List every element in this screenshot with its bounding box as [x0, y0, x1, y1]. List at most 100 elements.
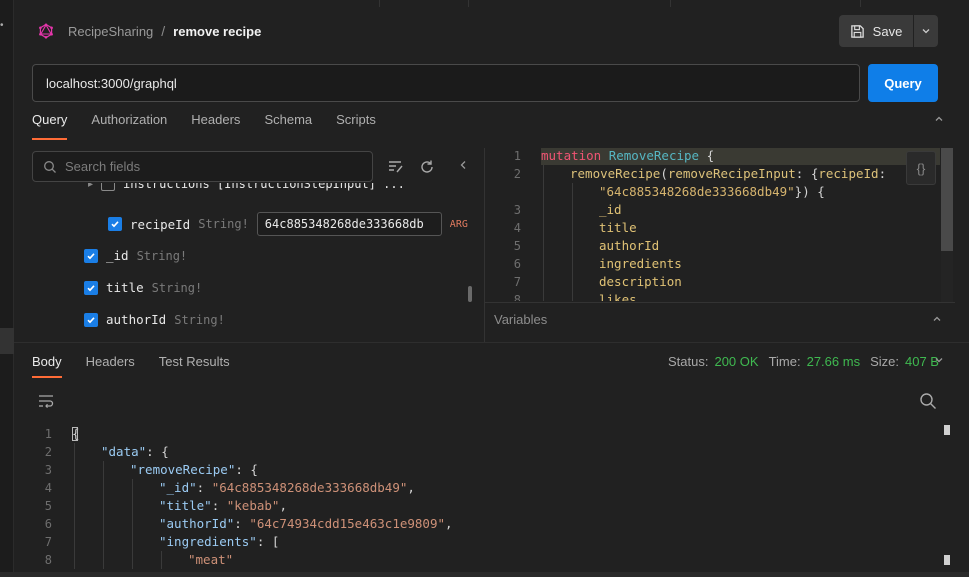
line-number: 7 — [513, 275, 521, 289]
indent-guide — [103, 497, 104, 515]
checkbox-authorid[interactable] — [84, 312, 98, 327]
arg-type: String! — [198, 217, 249, 231]
indent-guide — [103, 461, 104, 479]
collapse-request-icon[interactable] — [934, 114, 944, 124]
url-value: localhost:3000/graphql — [46, 75, 177, 91]
code-token: "data" — [101, 444, 147, 459]
tab-headers[interactable]: Headers — [191, 110, 240, 140]
tab-schema[interactable]: Schema — [264, 110, 312, 140]
editor-scrollbar-track[interactable] — [941, 148, 953, 302]
search-response-icon[interactable] — [919, 392, 937, 410]
indent-guide — [74, 479, 75, 497]
breadcrumb-app-name[interactable]: RecipeSharing — [68, 24, 153, 39]
code-line[interactable]: 6 ingredients — [501, 255, 941, 273]
url-input[interactable]: localhost:3000/graphql — [32, 64, 860, 102]
code-line[interactable]: 3 _id — [501, 201, 941, 219]
code-token: : — [196, 480, 212, 495]
checkbox-id[interactable] — [84, 248, 98, 263]
code-line[interactable]: 4 "_id": "64c885348268de333668db49", — [28, 479, 940, 497]
query-button[interactable]: Query — [868, 64, 938, 102]
line-number: 1 — [513, 149, 521, 163]
code-line[interactable]: 3 "removeRecipe": { — [28, 461, 940, 479]
tab-test-results[interactable]: Test Results — [159, 352, 230, 378]
response-options-chevron-icon[interactable] — [934, 355, 944, 365]
indent-guide — [132, 497, 133, 515]
indent-guide — [543, 255, 544, 273]
query-editor[interactable]: 1 mutation RemoveRecipe {2 removeRecipe(re… — [501, 147, 941, 301]
code-line[interactable]: 2 "data": { — [28, 443, 940, 461]
code-token: , — [445, 516, 453, 531]
indent-guide — [543, 237, 544, 255]
checkbox-title[interactable] — [84, 280, 98, 295]
code-token: "64c885348268de333668db49" — [211, 480, 408, 495]
field-row-id[interactable]: _id String! — [84, 248, 187, 263]
code-token: ingredients — [599, 256, 682, 271]
code-line[interactable]: 1 mutation RemoveRecipe { — [501, 147, 941, 165]
tab-body[interactable]: Body — [32, 352, 62, 378]
collapse-dot-icon[interactable]: • — [0, 20, 5, 31]
code-line[interactable]: 7 description — [501, 273, 941, 291]
wrap-lines-icon[interactable] — [38, 394, 54, 408]
code-token: : { — [235, 462, 258, 477]
save-options-button[interactable] — [914, 15, 938, 47]
indent-guide — [103, 551, 104, 569]
code-line[interactable]: 5 "title": "kebab", — [28, 497, 940, 515]
response-body[interactable]: 1{2 "data": {3 "removeRecipe": {4 "_id": "6… — [28, 425, 940, 570]
indent-guide — [103, 515, 104, 533]
request-title[interactable]: remove recipe — [173, 24, 261, 39]
code-line[interactable]: "64c885348268de333668db49"}) { — [501, 183, 941, 201]
format-query-icon[interactable] — [386, 158, 404, 176]
tab-authorization[interactable]: Authorization — [91, 110, 167, 140]
code-token: ( — [660, 166, 668, 181]
indent-guide — [74, 551, 75, 569]
code-line[interactable]: 1{ — [28, 425, 940, 443]
editor-scrollbar-thumb[interactable] — [941, 148, 953, 251]
response-scroll-up[interactable] — [944, 425, 950, 435]
tab-query[interactable]: Query — [32, 110, 68, 140]
bottom-status-edge — [0, 572, 969, 577]
line-number: 3 — [513, 203, 521, 217]
indent-guide — [543, 291, 544, 301]
refresh-schema-icon[interactable] — [418, 158, 436, 176]
code-line[interactable]: 8 likes — [501, 291, 941, 301]
explorer-scrollbar[interactable] — [468, 286, 472, 302]
code-token: "meat" — [188, 552, 234, 567]
save-icon — [850, 24, 864, 38]
code-token: }) { — [794, 184, 825, 199]
code-line[interactable]: 4 title — [501, 219, 941, 237]
indent-guide — [161, 551, 162, 569]
variables-bar[interactable]: Variables — [485, 302, 955, 336]
collapse-explorer-icon[interactable] — [457, 159, 469, 171]
line-number: 4 — [513, 221, 521, 235]
status-value[interactable]: 200 OK — [714, 354, 758, 369]
expand-variables-icon[interactable] — [932, 314, 942, 324]
indent-guide — [543, 219, 544, 237]
indent-guide — [103, 479, 104, 497]
indent-guide — [74, 461, 75, 479]
arg-badge: ARG — [449, 218, 468, 230]
tab-response-headers[interactable]: Headers — [86, 352, 135, 378]
chevron-down-icon — [922, 29, 930, 34]
code-line[interactable]: 8 "meat" — [28, 551, 940, 569]
request-tabs: Query Authorization Headers Schema Scrip… — [32, 110, 376, 140]
line-number: 6 — [44, 517, 52, 531]
code-line[interactable]: 7 "ingredients": [ — [28, 533, 940, 551]
code-line[interactable]: 2 removeRecipe(removeRecipeInput: {recipe… — [501, 165, 941, 183]
recipeid-arg-input[interactable]: 64c885348268de333668db — [256, 212, 442, 236]
code-token: "ingredients" — [159, 534, 257, 549]
indent-guide — [132, 479, 133, 497]
response-scroll-down[interactable] — [944, 555, 950, 565]
time-value[interactable]: 27.66 ms — [807, 354, 860, 369]
code-line[interactable]: 5 authorId — [501, 237, 941, 255]
code-line[interactable]: 6 "authorId": "64c74934cdd15e463c1e9809", — [28, 515, 940, 533]
save-button[interactable]: Save — [839, 15, 913, 47]
search-placeholder: Search fields — [65, 159, 141, 174]
checkbox-recipeid[interactable] — [108, 217, 122, 231]
response-divider[interactable] — [14, 342, 969, 343]
braces-icon[interactable]: {} — [906, 151, 936, 185]
indent-guide — [543, 201, 544, 219]
search-fields-input[interactable]: Search fields — [32, 151, 373, 182]
field-row-authorid[interactable]: authorId String! — [84, 312, 225, 327]
field-row-title[interactable]: title String! — [84, 280, 202, 295]
tab-scripts[interactable]: Scripts — [336, 110, 376, 140]
